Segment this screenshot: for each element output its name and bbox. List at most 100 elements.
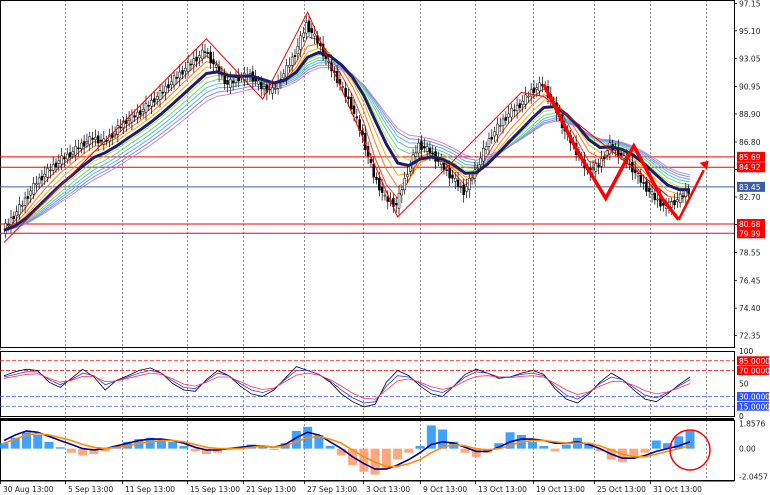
candle-body [406,174,409,177]
candle-body [302,32,305,38]
candle-body [119,126,122,129]
oscillator-tick-label: 30.0000 [739,393,770,402]
candle-body [6,224,10,226]
candle-body [510,108,513,118]
candle-body [296,45,300,54]
candle-body [600,158,603,167]
candle-body [538,82,541,92]
candle-body [139,110,142,116]
candle-body [144,103,148,113]
candle-body [200,49,204,60]
candle-body [515,104,519,112]
price-tick-label: 72.35 [739,332,761,341]
candle-body [535,87,539,90]
candle-body [293,55,297,58]
candle-body [43,173,47,178]
candle-body [77,147,80,150]
candle-body [127,118,131,121]
candle-body [282,73,285,79]
price-tick-label: 90.95 [739,82,761,91]
trading-chart: 97.1595.1093.0590.9588.9086.8084.7582.70… [0,0,770,495]
candle-body [369,159,373,163]
macd-histogram-bar [0,443,9,449]
candle-body [37,177,41,185]
candle-body [49,169,52,172]
macd-histogram-bar [269,448,279,450]
candle-body [257,80,260,85]
candle-body [60,155,63,165]
price-tick-label: 93.05 [739,54,761,63]
candle-body [420,141,423,150]
candle-body [164,85,167,93]
candle-body [15,211,18,216]
candle-body [521,100,524,105]
candle-body [229,79,232,88]
price-tick-label: 86.80 [739,138,761,147]
price-level-tag-label: 84.92 [739,163,761,172]
candle-body [347,96,350,100]
candle-body [32,183,35,195]
candle-body [425,146,429,152]
candle-body [268,88,271,91]
candle-body [40,176,44,181]
candle-body [161,91,165,94]
candle-body [394,203,398,206]
candle-body [71,151,75,155]
panel-frames [0,0,735,481]
candle-body [209,51,212,64]
candle-body [198,55,201,59]
macd-histogram-bar [325,445,335,449]
candle-body [136,112,139,118]
candle-body [479,157,482,166]
candle-body [417,142,420,154]
price-tick-label: 97.15 [739,0,761,8]
candle-body [470,177,474,181]
candle-body [349,97,353,110]
time-tick-label: 13 Oct 13:00 [478,485,527,494]
candle-body [605,150,609,156]
time-tick-label: 5 Sep 13:00 [68,485,114,494]
candle-body [99,139,103,142]
candle-body [678,193,682,204]
candle-body [192,58,196,65]
time-tick-label: 3 Oct 13:00 [366,485,410,494]
time-tick-label: 27 Sep 13:00 [307,485,357,494]
candle-body [141,108,145,112]
candle-body [524,94,527,105]
candle-body [597,164,600,167]
candle-body [150,99,153,107]
candle-body [636,173,640,177]
candle-body [645,181,648,192]
candle-body [428,147,432,154]
time-tick-label: 15 Sep 13:00 [190,485,240,494]
candle-body [493,131,496,137]
candle-body [29,190,32,196]
candle-body [355,116,359,119]
macd-histogram-bar [336,448,346,456]
candle-body [670,201,673,208]
price-tick-label: 76.45 [739,277,761,286]
candle-body [414,152,418,157]
price-level-tag-label: 83.45 [739,183,761,192]
candle-body [96,135,100,144]
price-tick-label: 88.90 [739,110,761,119]
candle-body [352,105,356,114]
candle-body [532,87,536,93]
candle-body [304,22,308,34]
candle-body [518,103,522,108]
time-tick-label: 19 Oct 13:00 [536,485,585,494]
macd-histogram-bar [55,447,65,449]
candle-body [380,186,384,193]
candle-body [91,137,94,140]
price-tick-label: 95.10 [739,27,761,36]
candle-body [262,86,266,89]
candle-body [85,141,89,144]
price-tick-label: 74.40 [739,304,761,313]
candle-body [153,98,156,103]
candle-body [206,52,210,54]
candle-body [498,125,502,127]
macd-tick-label: 1.8576 [739,419,765,428]
candle-body [195,56,198,62]
candle-body [288,64,291,68]
candle-body [231,80,235,83]
